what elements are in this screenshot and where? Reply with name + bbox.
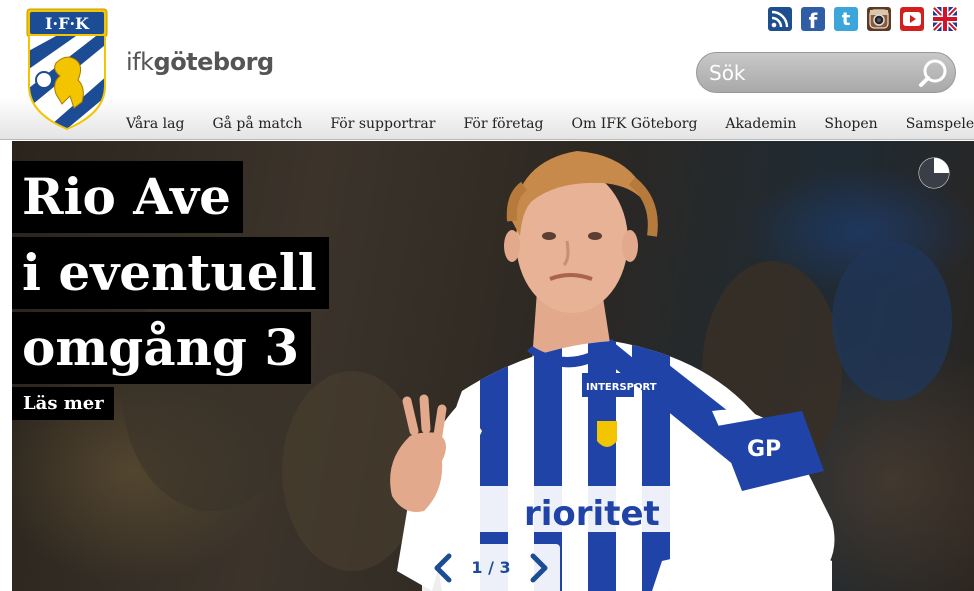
search-box xyxy=(696,52,956,93)
nav-item-akademin[interactable]: Akademin xyxy=(725,116,796,132)
chevron-right-icon xyxy=(530,553,548,582)
next-slide-button[interactable] xyxy=(526,553,552,583)
ifk-crest-icon: I·F·K xyxy=(26,8,108,130)
nav-item-shopen[interactable]: Shopen xyxy=(824,116,877,132)
facebook-icon[interactable]: f xyxy=(801,7,825,33)
headline-line-2[interactable]: i eventuell xyxy=(12,237,329,309)
nav-item-for-supportrar[interactable]: För supportrar xyxy=(330,116,435,132)
site-header: I·F·K ifkgöteborg f t Sök Våra lag Gå på… xyxy=(0,0,974,140)
twitter-glyph: t xyxy=(841,8,851,30)
nav-item-for-foretag[interactable]: För företag xyxy=(463,116,543,132)
sleeve-logo-text: GP xyxy=(747,437,781,462)
youtube-icon[interactable] xyxy=(900,7,924,31)
slide-pager: 1 / 3 xyxy=(422,544,560,591)
social-links: f t xyxy=(768,7,957,33)
nav-item-ga-pa-match[interactable]: Gå på match xyxy=(212,116,302,132)
logo-letters: I·F·K xyxy=(45,14,90,33)
main-navigation: Våra lag Gå på match För supportrar För … xyxy=(126,116,974,132)
nav-item-vara-lag[interactable]: Våra lag xyxy=(126,116,184,132)
wordmark-light: ifk xyxy=(126,48,154,76)
slide-timer-icon xyxy=(918,157,950,189)
wordmark-bold: göteborg xyxy=(153,48,275,76)
ifk-logo[interactable]: I·F·K xyxy=(26,8,108,130)
chevron-left-icon xyxy=(434,553,452,582)
instagram-icon[interactable] xyxy=(867,7,891,31)
search-input[interactable] xyxy=(709,59,919,87)
chest-logo-text: INTERSPORT xyxy=(586,382,657,393)
previous-slide-button[interactable] xyxy=(430,553,456,583)
search-icon xyxy=(919,59,947,87)
slide-counter: 1 / 3 xyxy=(471,558,511,577)
read-more-link[interactable]: Läs mer xyxy=(12,387,114,420)
headline-line-1[interactable]: Rio Ave xyxy=(12,161,243,233)
nav-item-om-ifk[interactable]: Om IFK Göteborg xyxy=(571,116,697,132)
rss-icon[interactable] xyxy=(768,7,792,31)
facebook-glyph: f xyxy=(808,9,818,33)
jersey-sponsor-text: rioritet xyxy=(524,494,660,534)
nav-item-samspelet[interactable]: Samspelet xyxy=(906,116,974,132)
hero-slider[interactable]: rioritet INTERSPORT GP Rio Ave i eventue… xyxy=(12,141,974,591)
twitter-icon[interactable]: t xyxy=(834,7,858,31)
search-button[interactable] xyxy=(917,57,949,89)
club-wordmark[interactable]: ifkgöteborg xyxy=(126,48,274,76)
uk-flag-icon[interactable] xyxy=(933,7,957,31)
headline-line-3[interactable]: omgång 3 xyxy=(12,312,312,384)
